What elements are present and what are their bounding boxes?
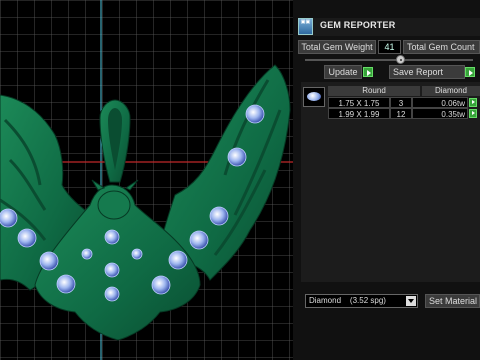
gem-stone <box>104 229 120 245</box>
gem-stone <box>227 147 247 167</box>
table-cell-size: 1.99 X 1.99 <box>328 108 390 119</box>
total-gem-weight-label: Total Gem Weight <box>298 40 376 54</box>
gem-stone <box>209 206 229 226</box>
bat-head <box>97 190 131 220</box>
table-cell-count: 3 <box>390 97 412 108</box>
gem-stone <box>104 286 120 302</box>
material-select-value: Diamond (3.52 spg) <box>309 296 386 305</box>
total-gem-count-label: Total Gem Count <box>403 40 480 54</box>
gem-stone <box>168 250 188 270</box>
gem-reporter-panel: ▣▣ GEM REPORTER Total Gem Weight 41 Tota… <box>293 0 480 360</box>
table-cell-weight: 0.06tw <box>412 97 468 108</box>
gem-report-table: Round Diamond 1.75 X 1.75 3 0.06tw 1.99 … <box>301 82 480 282</box>
save-report-button[interactable]: Save Report <box>389 65 465 79</box>
row-play-icon[interactable] <box>469 98 477 107</box>
table-header-diamond: Diamond <box>422 86 480 96</box>
slider-track[interactable] <box>305 59 473 61</box>
bat-pendant-model <box>0 0 293 360</box>
save-report-play-icon[interactable] <box>465 67 475 77</box>
total-gem-weight-field[interactable]: 41 <box>378 40 401 54</box>
3d-viewport[interactable] <box>0 0 293 360</box>
gem-stone <box>189 230 209 250</box>
set-material-button[interactable]: Set Material <box>425 294 480 308</box>
slider-knob[interactable] <box>396 55 405 64</box>
gem-reporter-icon: ▣▣ <box>298 18 313 35</box>
gem-stone <box>104 262 120 278</box>
table-cell-size: 1.75 X 1.75 <box>328 97 390 108</box>
gem-stone <box>39 251 59 271</box>
material-select[interactable]: Diamond (3.52 spg) <box>305 294 418 308</box>
table-cell-weight: 0.35tw <box>412 108 468 119</box>
table-header-round: Round <box>328 86 420 96</box>
chevron-down-icon[interactable] <box>406 296 416 306</box>
gem-stone <box>131 248 143 260</box>
gem-stone <box>17 228 37 248</box>
table-cell-count: 12 <box>390 108 412 119</box>
update-button[interactable]: Update <box>324 65 362 79</box>
round-gem-thumbnail-icon <box>303 87 325 107</box>
row-play-icon[interactable] <box>469 109 477 118</box>
gem-stone <box>56 274 76 294</box>
update-play-icon[interactable] <box>363 67 373 77</box>
gem-stone <box>0 208 18 228</box>
panel-title: GEM REPORTER <box>320 20 396 30</box>
gem-stone <box>245 104 265 124</box>
gem-stone <box>151 275 171 295</box>
gem-stone <box>81 248 93 260</box>
panel-header: ▣▣ GEM REPORTER <box>298 18 480 36</box>
